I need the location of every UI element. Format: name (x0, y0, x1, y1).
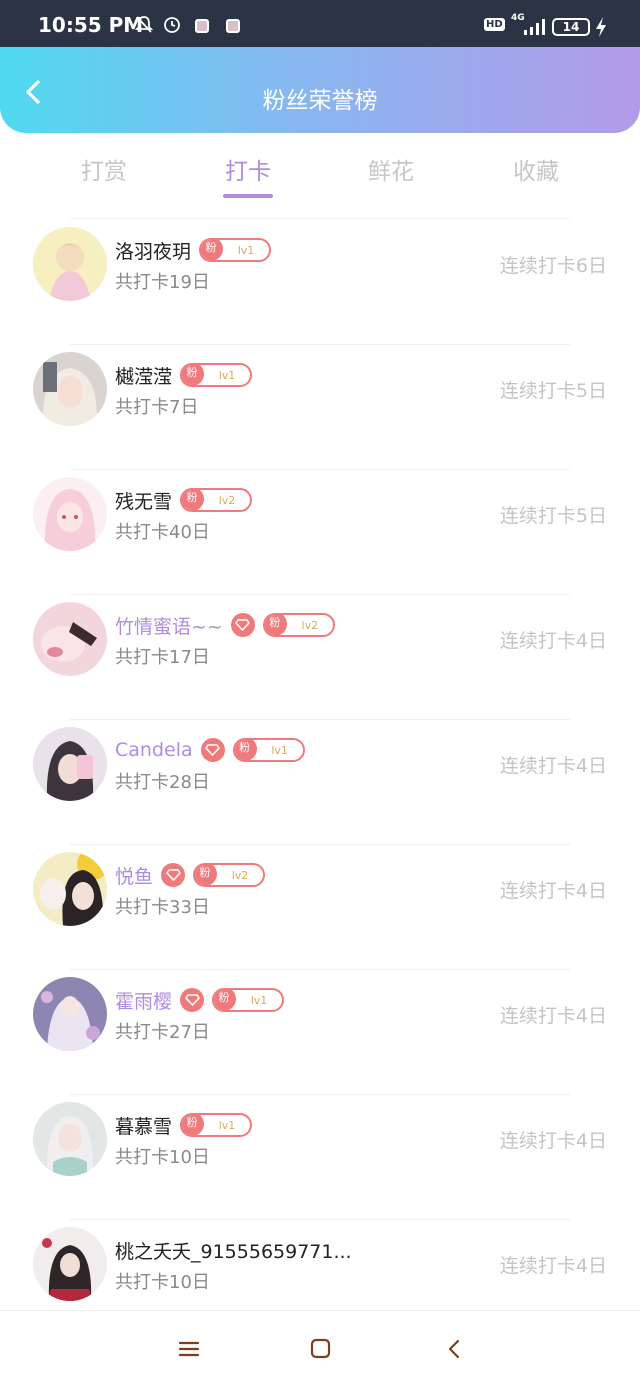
fan-badge-label: 粉 (214, 990, 237, 1010)
fan-level-badge: 粉 lv2 (262, 613, 335, 637)
avatar[interactable] (33, 602, 107, 676)
total-checkins: 共打卡10日 (115, 1147, 210, 1168)
total-checkins: 共打卡17日 (115, 647, 210, 668)
app-notification-icon (226, 19, 240, 33)
checkin-streak: 连续打卡6日 (499, 255, 607, 277)
fan-badge-label: 粉 (264, 615, 287, 635)
list-item[interactable]: Candela 粉 lv1 共打卡28日 连续打卡4日 (0, 720, 640, 845)
avatar[interactable] (33, 352, 107, 426)
fan-ranking-list: 洛羽夜玥 粉 lv1 共打卡19日 连续打卡6日 樾滢滢 粉 lv1 共打卡7日… (0, 220, 640, 1345)
fan-level: lv1 (237, 243, 255, 257)
list-item[interactable]: 樾滢滢 粉 lv1 共打卡7日 连续打卡5日 (0, 345, 640, 470)
charging-icon (596, 17, 606, 37)
fan-level-badge: 粉 lv1 (212, 988, 285, 1012)
fan-level-badge: 粉 lv1 (232, 738, 305, 762)
list-item[interactable]: 竹情蜜语~~ 粉 lv2 共打卡17日 连续打卡4日 (0, 595, 640, 720)
fan-badge-label: 粉 (182, 365, 205, 385)
status-bar: 10:55 PM HD 4G 14 (0, 0, 640, 48)
fan-level: lv1 (218, 1118, 236, 1132)
checkin-streak: 连续打卡4日 (499, 1130, 607, 1152)
fan-name[interactable]: 暮慕雪 (115, 1112, 172, 1139)
list-item[interactable]: 残无雪 粉 lv2 共打卡40日 连续打卡5日 (0, 470, 640, 595)
avatar[interactable] (33, 1227, 107, 1301)
fan-name[interactable]: 霍雨樱 (115, 987, 172, 1014)
avatar[interactable] (33, 477, 107, 551)
list-item[interactable]: 暮慕雪 粉 lv1 共打卡10日 连续打卡4日 (0, 1095, 640, 1220)
checkin-streak: 连续打卡4日 (499, 630, 607, 652)
back-icon[interactable] (443, 1338, 467, 1360)
fan-badge-label: 粉 (182, 1115, 205, 1135)
fan-level-badge: 粉 lv1 (199, 238, 272, 262)
fan-name[interactable]: 桃之夭夭_91555659771... (115, 1237, 352, 1264)
app-notification-icon (195, 19, 209, 33)
list-item[interactable]: 洛羽夜玥 粉 lv1 共打卡19日 连续打卡6日 (0, 220, 640, 345)
tab-tip[interactable]: 打赏 (44, 152, 164, 186)
avatar[interactable] (33, 852, 107, 926)
fan-level-badge: 粉 lv1 (180, 1113, 253, 1137)
total-checkins: 共打卡40日 (115, 522, 210, 543)
fan-level-badge: 粉 lv2 (180, 488, 253, 512)
list-item[interactable]: 悦鱼 粉 lv2 共打卡33日 连续打卡4日 (0, 845, 640, 970)
app-header: 粉丝荣誉榜 (0, 47, 640, 133)
fan-level: lv1 (271, 743, 288, 757)
fan-name[interactable]: 残无雪 (115, 487, 172, 514)
fan-level-badge: 粉 lv1 (180, 363, 253, 387)
fan-level-badge: 粉 lv2 (193, 863, 266, 887)
fan-badge-label: 粉 (201, 240, 224, 260)
tab-checkin[interactable]: 打卡 (188, 152, 308, 186)
active-tab-indicator (223, 194, 273, 198)
diamond-icon (161, 863, 186, 887)
home-icon[interactable] (309, 1338, 333, 1360)
checkin-streak: 连续打卡4日 (499, 880, 607, 902)
fan-name[interactable]: 悦鱼 (115, 862, 153, 889)
fan-badge-label: 粉 (234, 740, 257, 760)
page-title: 粉丝荣誉榜 (262, 88, 378, 114)
total-checkins: 共打卡19日 (115, 272, 210, 293)
hd-icon: HD (484, 18, 505, 31)
diamond-icon (180, 988, 205, 1012)
diamond-icon (230, 613, 255, 637)
checkin-streak: 连续打卡4日 (499, 1005, 607, 1027)
fan-level: lv2 (301, 618, 319, 632)
total-checkins: 共打卡27日 (115, 1022, 210, 1043)
total-checkins: 共打卡10日 (115, 1272, 210, 1293)
list-item[interactable]: 霍雨樱 粉 lv1 共打卡27日 连续打卡4日 (0, 970, 640, 1095)
total-checkins: 共打卡33日 (115, 897, 210, 918)
avatar[interactable] (33, 1102, 107, 1176)
bell-muted-icon (134, 16, 154, 33)
menu-icon[interactable] (177, 1338, 201, 1360)
fan-level: lv1 (218, 368, 236, 382)
fan-name[interactable]: 洛羽夜玥 (115, 237, 191, 264)
clock: 10:55 PM (38, 13, 144, 37)
battery-icon: 14 (552, 18, 590, 36)
tab-bar: 打赏 打卡 鲜花 收藏 (0, 140, 640, 200)
fan-name[interactable]: 樾滢滢 (115, 362, 172, 389)
signal-icon (524, 19, 545, 35)
checkin-streak: 连续打卡4日 (499, 1255, 607, 1277)
alarm-icon (164, 17, 180, 33)
checkin-streak: 连续打卡5日 (499, 380, 607, 402)
system-nav-bar (0, 1310, 640, 1387)
tab-flowers[interactable]: 鲜花 (331, 152, 451, 186)
avatar[interactable] (33, 977, 107, 1051)
diamond-icon (200, 738, 225, 762)
fan-level: lv1 (250, 993, 268, 1007)
fan-name[interactable]: 竹情蜜语~~ (115, 612, 223, 639)
fan-level: lv2 (231, 868, 249, 882)
avatar[interactable] (33, 727, 107, 801)
fan-badge-label: 粉 (182, 490, 205, 510)
total-checkins: 共打卡28日 (115, 772, 210, 793)
tab-favorites[interactable]: 收藏 (476, 152, 596, 186)
divider (70, 218, 570, 219)
total-checkins: 共打卡7日 (115, 397, 199, 418)
avatar[interactable] (33, 227, 107, 301)
checkin-streak: 连续打卡5日 (499, 505, 607, 527)
fan-level: lv2 (218, 493, 236, 507)
fan-name[interactable]: Candela (115, 739, 193, 761)
fan-badge-label: 粉 (195, 865, 218, 885)
checkin-streak: 连续打卡4日 (499, 755, 607, 777)
